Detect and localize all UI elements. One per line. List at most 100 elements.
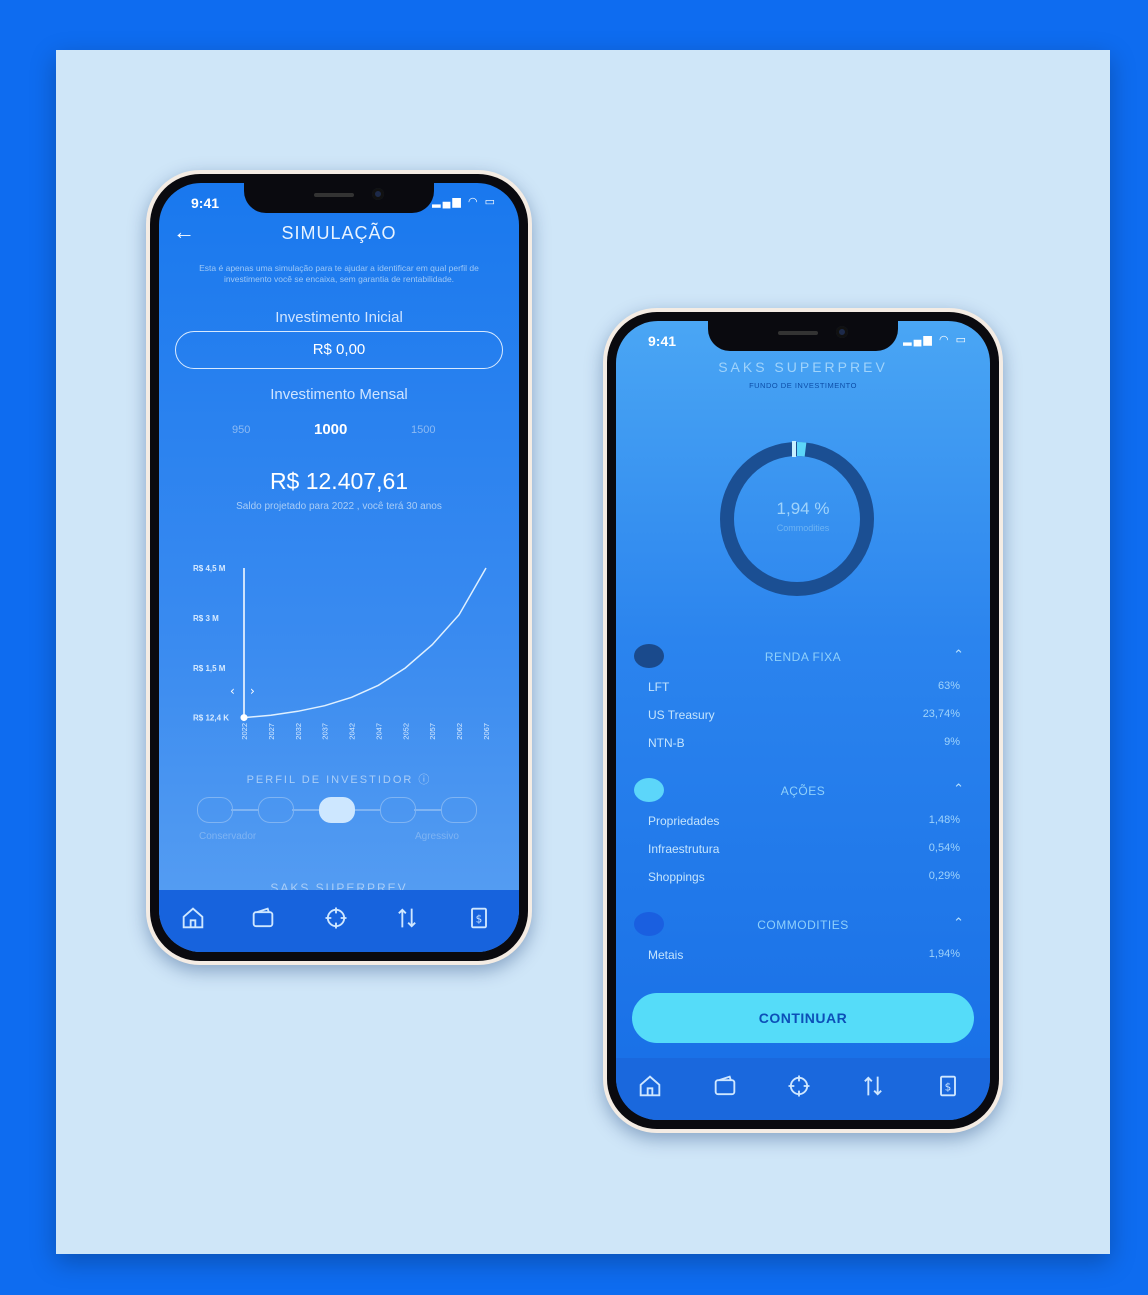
allocation-row: LFT 63% [648,680,960,696]
projected-caption: Saldo projetado para 2022 , você terá 30… [236,501,442,512]
chevron-right-icon[interactable]: › [250,684,255,698]
y-tick-label: R$ 4,5 M [193,564,226,573]
home-icon[interactable] [179,904,207,932]
row-name: NTN-B [648,736,685,750]
chevron-up-icon[interactable]: ⌃ [953,781,964,797]
y-tick-label: R$ 3 M [193,614,219,623]
phone-simulacao: 9:41 ▂▄▆ ◠ ▭ ← SIMULAÇÃO Esta é apenas u… [146,170,532,965]
chevron-up-icon[interactable]: ⌃ [953,647,964,663]
row-name: Shoppings [648,870,705,884]
projected-value: R$ 12.407,61 [269,468,409,494]
monthly-investment-label: Investimento Mensal [270,386,408,403]
row-name: Infraestrutura [648,842,720,856]
projection-chart[interactable]: R$ 12,4 K R$ 1,5 M R$ 3 M R$ 4,5 M 2022 2027 2… [159,538,519,743]
continue-button[interactable]: CONTINUAR [632,993,974,1043]
row-value: 23,74% [922,708,960,720]
picker-next[interactable]: 1500 [411,424,435,436]
x-tick-label: 2022 [240,723,249,740]
x-tick-label: 2067 [482,723,491,740]
picker-selected[interactable]: 1000 [314,421,347,438]
profile-step[interactable] [197,797,233,823]
section-title: AÇÕES [780,784,826,798]
x-tick-label: 2062 [455,723,464,740]
row-name: Metais [648,948,684,962]
profile-step[interactable] [441,797,477,823]
picker-prev[interactable]: 950 [232,424,250,436]
allocation-row: US Treasury 23,74% [648,708,960,724]
row-value: 1,48% [928,814,960,826]
target-icon[interactable] [322,904,350,932]
perfil-text: PERFIL DE INVESTIDOR [246,774,414,786]
section-title: RENDA FIXA [764,650,842,664]
row-value: 0,29% [928,870,960,882]
signal-wifi-battery-icon: ▂▄▆ ◠ ▭ [432,196,497,208]
profile-step[interactable] [319,797,355,823]
initial-investment-label: Investimento Inicial [275,309,403,326]
tab-bar: $ [616,1058,990,1120]
allocation-row: Shoppings 0,29% [648,870,960,886]
transfer-icon[interactable] [393,904,421,932]
profile-step[interactable] [380,797,416,823]
row-value: 1,94% [928,948,960,960]
initial-investment-input[interactable]: R$ 0,00 [175,331,503,369]
signal-wifi-battery-icon: ▂▄▆ ◠ ▭ [903,334,968,346]
x-tick-label: 2032 [294,723,303,740]
target-icon[interactable] [785,1072,813,1100]
status-time: 9:41 [191,195,220,211]
receipt-icon[interactable]: $ [934,1072,962,1100]
phone-fundo: 9:41 ▂▄▆ ◠ ▭ SAKS SUPERPREV FUNDO DE INV… [603,308,1003,1133]
row-name: Propriedades [648,814,720,828]
profile-step[interactable] [258,797,294,823]
donut-marker [792,441,796,457]
allocation-row: Metais 1,94% [648,948,960,964]
slider-connector [231,809,258,811]
x-tick-label: 2052 [401,723,410,740]
section-title: COMMODITIES [757,918,849,932]
x-tick-label: 2037 [321,723,330,740]
monthly-picker[interactable]: 950 1000 1500 [159,421,519,441]
receipt-icon[interactable]: $ [465,904,493,932]
allocation-row: NTN-B 9% [648,736,960,752]
wallet-icon[interactable] [711,1072,739,1100]
slider-connector [292,809,319,811]
y-tick-label: R$ 1,5 M [193,664,226,673]
row-value: 63% [937,680,960,692]
donut-value: 1,94 % [776,499,830,518]
slider-connector [414,809,441,811]
investor-profile-label: PERFIL DE INVESTIDOR ⓘ [159,771,519,787]
profile-left-label: Conservador [199,831,257,842]
allocation-donut[interactable] [714,436,880,602]
section-header[interactable]: RENDA FIXA ⌃ [634,644,972,672]
disclaimer-text: Esta é apenas uma simulação para te ajud… [199,263,479,284]
x-tick-label: 2057 [428,723,437,740]
row-name: LFT [648,680,670,694]
chevron-up-icon[interactable]: ⌃ [953,915,964,931]
section-header[interactable]: COMMODITIES ⌃ [634,912,972,940]
x-tick-label: 2027 [267,723,276,740]
donut-label: Commodities [776,523,830,533]
section-header[interactable]: AÇÕES ⌃ [634,778,972,806]
profile-right-label: Agressivo [415,831,459,842]
data-point[interactable] [240,714,248,722]
chevron-left-icon[interactable]: ‹ [230,684,235,698]
fundo-screen: 9:41 ▂▄▆ ◠ ▭ SAKS SUPERPREV FUNDO DE INV… [616,321,990,1120]
wallet-icon[interactable] [249,904,277,932]
tab-bar: $ [159,890,519,952]
row-value: 0,54% [928,842,960,854]
fund-title: SAKS SUPERPREV [718,359,888,375]
row-value: 9% [944,736,960,748]
x-tick-label: 2047 [374,723,383,740]
profile-slider[interactable] [197,797,477,825]
allocation-row: Infraestrutura 0,54% [648,842,960,858]
donut-segment[interactable] [796,442,807,457]
help-icon[interactable]: ⓘ [418,774,431,786]
projection-line [243,567,487,719]
page-title: SIMULAÇÃO [281,223,397,243]
allocation-row: Propriedades 1,48% [648,814,960,830]
transfer-icon[interactable] [859,1072,887,1100]
status-bar: 9:41 ▂▄▆ ◠ ▭ [616,331,990,351]
svg-text:$: $ [476,914,483,926]
simulacao-screen: 9:41 ▂▄▆ ◠ ▭ ← SIMULAÇÃO Esta é apenas u… [159,183,519,952]
fund-subtitle: FUNDO DE INVESTIMENTO [749,381,857,390]
home-icon[interactable] [636,1072,664,1100]
